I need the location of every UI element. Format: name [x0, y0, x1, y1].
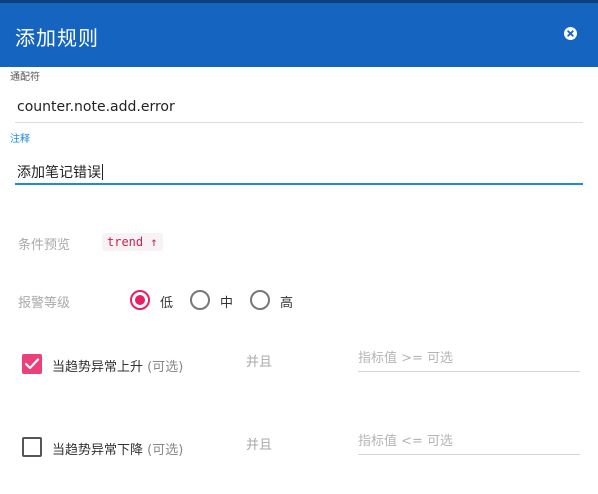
trend-down-checkbox[interactable]	[22, 437, 42, 457]
wildcard-input[interactable]: counter.note.add.error	[17, 99, 175, 115]
note-value: 添加笔记错误	[17, 165, 101, 181]
trend-down-label[interactable]: 当趋势异常下降 (可选)	[52, 439, 183, 458]
note-input[interactable]: 添加笔记错误	[17, 162, 103, 182]
trend-down-threshold-input[interactable]	[358, 429, 580, 455]
alert-level-medium-label[interactable]: 中	[220, 292, 233, 311]
alert-level-high-radio[interactable]	[250, 290, 270, 310]
alert-level-low-label[interactable]: 低	[160, 292, 173, 311]
trend-down-text: 当趋势异常下降	[52, 443, 144, 458]
alert-level-medium-radio[interactable]	[190, 290, 210, 310]
close-button[interactable]	[564, 27, 577, 40]
wildcard-label: 通配符	[10, 72, 40, 83]
condition-preview-label: 条件预览	[18, 238, 71, 253]
text-caret	[102, 164, 103, 180]
wildcard-underline	[15, 122, 583, 123]
trend-up-checkbox[interactable]	[22, 354, 42, 374]
alert-level-high-label[interactable]: 高	[280, 292, 293, 311]
check-icon	[24, 358, 40, 370]
condition-preview-chip: trend ↑	[102, 233, 163, 251]
trend-up-label[interactable]: 当趋势异常上升 (可选)	[52, 356, 183, 375]
close-icon	[567, 30, 574, 37]
trend-up-optional: (可选)	[147, 360, 184, 375]
alert-level-low-radio[interactable]	[130, 290, 150, 310]
trend-down-optional: (可选)	[147, 443, 184, 458]
dialog-title: 添加规则	[15, 26, 99, 50]
trend-up-and-label: 并且	[246, 355, 273, 370]
trend-up-threshold-input[interactable]	[358, 346, 580, 372]
dialog-header: 添加规则	[0, 0, 598, 67]
trend-down-and-label: 并且	[246, 438, 273, 453]
alert-level-label: 报警等级	[18, 296, 71, 311]
note-label: 注释	[10, 134, 30, 145]
trend-up-text: 当趋势异常上升	[52, 360, 144, 375]
note-underline	[15, 183, 583, 185]
